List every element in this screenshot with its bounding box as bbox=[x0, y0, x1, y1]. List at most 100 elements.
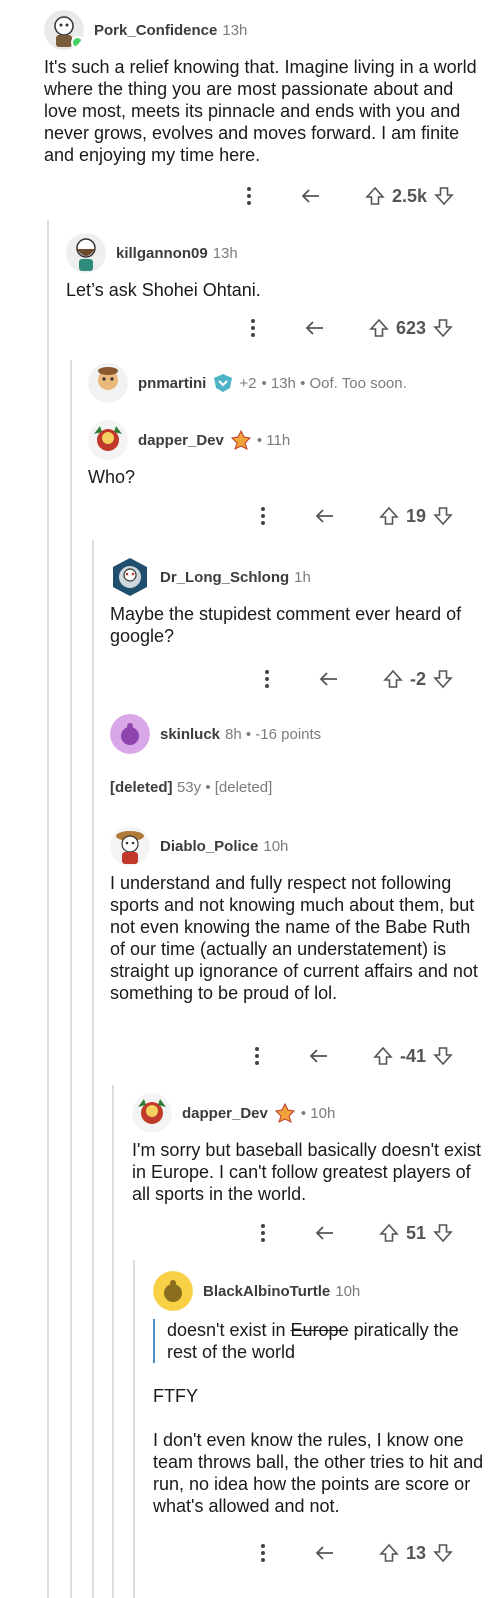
award-flair-icon bbox=[212, 372, 234, 394]
award-flair-icon bbox=[230, 429, 252, 451]
paragraph: FTFY bbox=[153, 1386, 198, 1406]
comment: dapper_Dev • 10h I'm sorry but baseball … bbox=[132, 1093, 492, 1205]
online-status-dot bbox=[71, 36, 84, 49]
award-count: +2 bbox=[239, 374, 257, 392]
comment-body: Let’s ask Shohei Ohtani. bbox=[66, 280, 261, 300]
timestamp: 10h bbox=[263, 837, 289, 855]
comment-actions: 19 bbox=[252, 501, 454, 531]
reply-icon[interactable] bbox=[314, 1542, 336, 1564]
avatar[interactable] bbox=[153, 1271, 193, 1311]
timestamp: 10h bbox=[335, 1282, 361, 1300]
downvote-icon[interactable] bbox=[432, 1045, 454, 1067]
vote-count: 2.5k bbox=[392, 185, 428, 206]
reply-icon[interactable] bbox=[308, 1045, 330, 1067]
default-snoo-icon bbox=[153, 1271, 193, 1311]
username[interactable]: Pork_Confidence bbox=[94, 22, 217, 39]
collapsed-comment[interactable]: pnmartini +2 • 13h • Oof. Too soon. bbox=[88, 363, 488, 403]
more-options-icon[interactable] bbox=[252, 505, 274, 527]
snoo-avatar-icon bbox=[110, 826, 150, 866]
vote-count: 13 bbox=[406, 1542, 427, 1563]
comment-body: I understand and fully respect not follo… bbox=[110, 873, 478, 1003]
thread-line bbox=[133, 1260, 135, 1598]
snoo-avatar-icon bbox=[66, 233, 106, 273]
vote-count: -41 bbox=[400, 1045, 427, 1066]
comment-body: doesn't exist in Europe piratically the … bbox=[153, 1319, 493, 1517]
vote-count: 623 bbox=[396, 317, 427, 338]
username[interactable]: dapper_Dev bbox=[182, 1105, 268, 1122]
downvote-icon[interactable] bbox=[432, 317, 454, 339]
snoo-avatar-icon bbox=[88, 363, 128, 403]
thread-line bbox=[112, 1085, 114, 1598]
avatar[interactable] bbox=[44, 10, 84, 50]
upvote-icon[interactable] bbox=[382, 668, 404, 690]
timestamp: • 13h • Oof. Too soon. bbox=[261, 374, 407, 392]
comment-body: I'm sorry but baseball basically doesn't… bbox=[132, 1140, 482, 1204]
more-options-icon[interactable] bbox=[238, 185, 260, 207]
timestamp: • 10h bbox=[300, 1104, 336, 1122]
vote-count: -2 bbox=[410, 668, 427, 689]
username[interactable]: skinluck bbox=[160, 726, 220, 743]
snoo-avatar-icon bbox=[113, 558, 147, 596]
timestamp: 53y • [deleted] bbox=[176, 779, 273, 796]
avatar[interactable] bbox=[132, 1093, 172, 1133]
comment: Diablo_Police 10h I understand and fully… bbox=[110, 826, 490, 1004]
upvote-icon[interactable] bbox=[372, 1045, 394, 1067]
comment: killgannon09 13h Let’s ask Shohei Ohtani… bbox=[66, 233, 486, 301]
timestamp: 13h bbox=[212, 244, 238, 262]
comment: Pork_Confidence 13h It's such a relief k… bbox=[44, 10, 484, 166]
deleted-comment[interactable]: [deleted] 53y • [deleted] bbox=[110, 779, 490, 797]
downvote-icon[interactable] bbox=[432, 1542, 454, 1564]
avatar[interactable] bbox=[88, 420, 128, 460]
reply-icon[interactable] bbox=[314, 505, 336, 527]
username[interactable]: killgannon09 bbox=[116, 245, 208, 262]
more-options-icon[interactable] bbox=[246, 1045, 268, 1067]
comment-body: It's such a relief knowing that. Imagine… bbox=[44, 57, 477, 165]
comment: Dr_Long_Schlong 1h Maybe the stupidest c… bbox=[110, 557, 490, 647]
avatar[interactable] bbox=[88, 363, 128, 403]
comment-actions: -2 bbox=[256, 664, 454, 694]
snoo-avatar-icon bbox=[88, 420, 128, 460]
avatar[interactable] bbox=[110, 557, 150, 597]
avatar[interactable] bbox=[110, 714, 150, 754]
username[interactable]: Dr_Long_Schlong bbox=[160, 569, 289, 586]
timestamp: 1h bbox=[294, 568, 311, 586]
avatar[interactable] bbox=[110, 826, 150, 866]
struck-text: Europe bbox=[290, 1320, 349, 1340]
comment-actions: 623 bbox=[242, 313, 454, 343]
comment: dapper_Dev • 11h Who? bbox=[88, 420, 488, 488]
deleted-username: [deleted] bbox=[110, 779, 173, 796]
downvote-icon[interactable] bbox=[432, 668, 454, 690]
comment-body: Who? bbox=[88, 467, 136, 487]
comment-body: Maybe the stupidest comment ever heard o… bbox=[110, 604, 462, 646]
upvote-icon[interactable] bbox=[368, 317, 390, 339]
more-options-icon[interactable] bbox=[252, 1542, 274, 1564]
upvote-icon[interactable] bbox=[378, 1222, 400, 1244]
collapsed-comment[interactable]: skinluck 8h • -16 points bbox=[110, 714, 490, 754]
comment-actions: 2.5k bbox=[238, 181, 455, 211]
snoo-avatar-icon bbox=[132, 1093, 172, 1133]
upvote-icon[interactable] bbox=[364, 185, 386, 207]
username[interactable]: Diablo_Police bbox=[160, 838, 258, 855]
paragraph: I don't even know the rules, I know one … bbox=[153, 1430, 484, 1516]
reply-icon[interactable] bbox=[304, 317, 326, 339]
reply-icon[interactable] bbox=[314, 1222, 336, 1244]
vote-count: 19 bbox=[406, 505, 427, 526]
reply-icon[interactable] bbox=[318, 668, 340, 690]
username[interactable]: pnmartini bbox=[138, 375, 206, 392]
username[interactable]: BlackAlbinoTurtle bbox=[203, 1283, 330, 1300]
upvote-icon[interactable] bbox=[378, 1542, 400, 1564]
more-options-icon[interactable] bbox=[242, 317, 264, 339]
downvote-icon[interactable] bbox=[432, 1222, 454, 1244]
avatar[interactable] bbox=[66, 233, 106, 273]
reply-icon[interactable] bbox=[300, 185, 322, 207]
downvote-icon[interactable] bbox=[432, 505, 454, 527]
username[interactable]: dapper_Dev bbox=[138, 432, 224, 449]
upvote-icon[interactable] bbox=[378, 505, 400, 527]
downvote-icon[interactable] bbox=[433, 185, 455, 207]
comment-actions: 51 bbox=[252, 1218, 454, 1248]
default-snoo-icon bbox=[110, 714, 150, 754]
more-options-icon[interactable] bbox=[256, 668, 278, 690]
more-options-icon[interactable] bbox=[252, 1222, 274, 1244]
quote-text: doesn't exist in bbox=[167, 1320, 291, 1340]
award-flair-icon bbox=[274, 1102, 296, 1124]
